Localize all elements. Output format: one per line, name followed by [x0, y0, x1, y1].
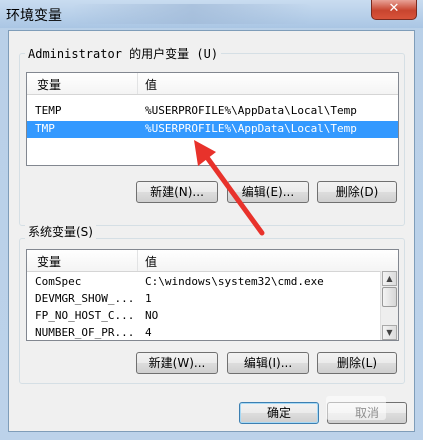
- scroll-up-icon[interactable]: ▲: [382, 271, 397, 286]
- close-icon[interactable]: ✕: [371, 0, 417, 20]
- system-variables-list[interactable]: 变量 值 ComSpec C:\windows\system32\cmd.exe…: [26, 249, 399, 341]
- variable-name: TMP: [35, 122, 55, 135]
- table-row[interactable]: NUMBER_OF_PR... 4: [27, 325, 381, 340]
- column-separator[interactable]: [137, 73, 138, 94]
- variable-name: NUMBER_OF_PR...: [35, 326, 135, 339]
- table-row[interactable]: ComSpec C:\windows\system32\cmd.exe: [27, 274, 381, 291]
- user-delete-button[interactable]: 删除(D): [317, 181, 397, 203]
- ok-button[interactable]: 确定: [239, 402, 319, 424]
- table-row-selected[interactable]: TMP %USERPROFILE%\AppData\Local\Temp: [27, 121, 398, 138]
- variable-value: 1: [145, 292, 152, 305]
- variable-value: NO: [145, 309, 159, 322]
- user-variables-label: Administrator 的用户变量 (U): [25, 45, 222, 62]
- variable-name: TEMP: [35, 104, 62, 117]
- table-row[interactable]: FP_NO_HOST_C... NO: [27, 308, 381, 325]
- variable-name: DEVMGR_SHOW_...: [35, 292, 135, 305]
- user-edit-button[interactable]: 编辑(E)...: [227, 181, 309, 203]
- watermark-overlay: [326, 396, 386, 420]
- variable-name: FP_NO_HOST_C...: [35, 309, 135, 322]
- system-list-header: 变量 值: [27, 250, 398, 272]
- scrollbar-thumb[interactable]: [382, 287, 397, 307]
- variable-value: C:\windows\system32\cmd.exe: [145, 275, 324, 288]
- column-header-variable[interactable]: 变量: [37, 253, 61, 270]
- column-header-variable[interactable]: 变量: [37, 76, 61, 93]
- variable-name: ComSpec: [35, 275, 82, 288]
- variable-value: %USERPROFILE%\AppData\Local\Temp: [145, 104, 357, 117]
- title-bar[interactable]: 环境变量 ✕: [0, 0, 423, 28]
- column-separator[interactable]: [137, 250, 138, 271]
- system-new-button[interactable]: 新建(W)...: [136, 352, 218, 374]
- system-edit-button[interactable]: 编辑(I)...: [227, 352, 309, 374]
- system-delete-button[interactable]: 删除(L): [317, 352, 397, 374]
- blurred-region: [70, 4, 315, 24]
- system-variables-label: 系统变量(S): [25, 223, 96, 240]
- variable-value: 4: [145, 326, 152, 339]
- environment-variables-dialog: 环境变量 ✕ Administrator 的用户变量 (U) 变量 值 TEMP…: [0, 0, 423, 440]
- column-header-value[interactable]: 值: [145, 76, 157, 93]
- variable-value: %USERPROFILE%\AppData\Local\Temp: [145, 122, 357, 135]
- user-list-header: 变量 值: [27, 73, 398, 95]
- table-row[interactable]: DEVMGR_SHOW_... 1: [27, 291, 381, 308]
- column-header-value[interactable]: 值: [145, 253, 157, 270]
- table-row[interactable]: TEMP %USERPROFILE%\AppData\Local\Temp: [27, 103, 398, 120]
- system-list-scrollbar[interactable]: ▲ ▼: [380, 271, 398, 340]
- window-title: 环境变量: [6, 8, 62, 24]
- scroll-down-icon[interactable]: ▼: [382, 325, 397, 340]
- user-variables-list[interactable]: 变量 值 TEMP %USERPROFILE%\AppData\Local\Te…: [26, 72, 399, 166]
- dialog-body: Administrator 的用户变量 (U) 变量 值 TEMP %USERP…: [8, 30, 415, 432]
- user-new-button[interactable]: 新建(N)...: [136, 181, 218, 203]
